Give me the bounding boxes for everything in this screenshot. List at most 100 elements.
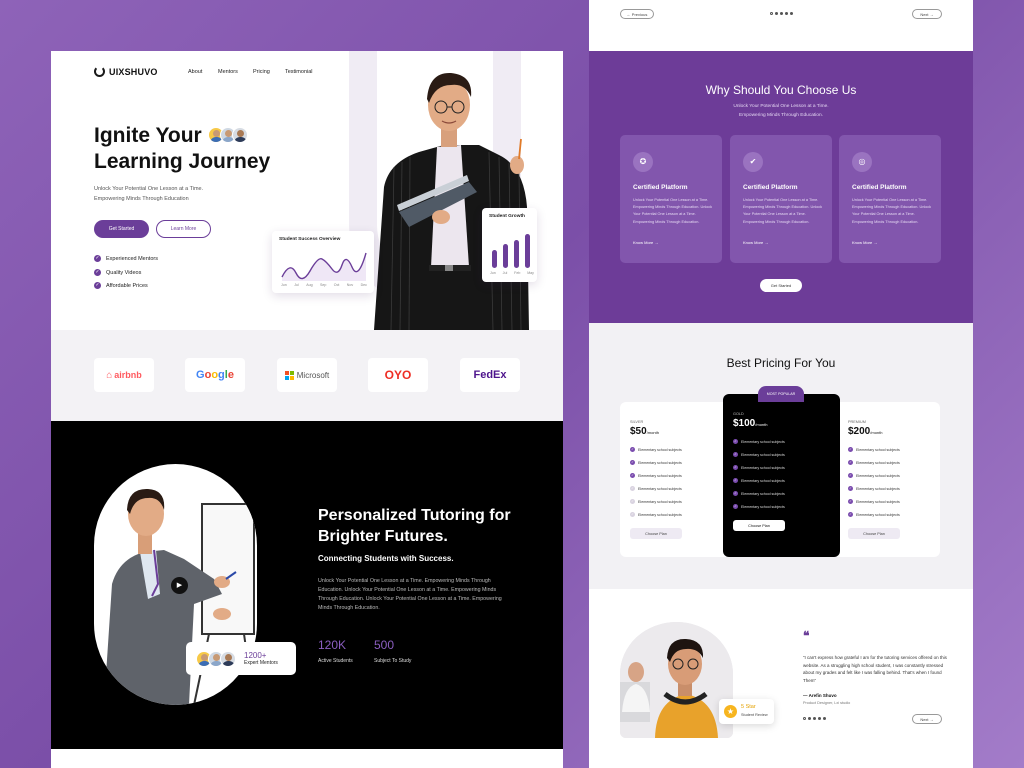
landing-page-preview: UIXSHUVO About Mentors Pricing Testimoni…	[51, 51, 563, 768]
stat-students-value: 120K	[318, 638, 347, 652]
choose-plan-button[interactable]: Choose Plan	[733, 520, 785, 531]
oyo-logo: OYO	[368, 358, 428, 392]
success-overview-card: Student Success Overview Jun Jul Aug Sep Oct…	[272, 231, 374, 293]
pager-dot[interactable]	[770, 12, 773, 15]
testimonial-next-button[interactable]: Next →	[912, 714, 942, 724]
pricing-section: Best Pricing For You SILVER $50/month ✓ E…	[589, 323, 973, 589]
testimonial-author: — Arefin Shuvo	[803, 693, 837, 698]
plan-feature: ✓ Elementary school subjects	[733, 439, 785, 444]
testimonial-dot[interactable]	[823, 717, 826, 720]
plan-name: SILVER	[630, 420, 644, 424]
pager-dot[interactable]	[780, 12, 783, 15]
card-title: Student Success Overview	[279, 237, 341, 242]
pricing-title: Best Pricing For You	[726, 356, 836, 370]
plan-feature-label: Elementary school subjects	[856, 499, 900, 504]
check-icon: ✓	[630, 512, 635, 517]
next-button[interactable]: Next →	[912, 9, 942, 19]
plan-feature-label: Elementary school subjects	[638, 512, 682, 517]
growth-bar	[514, 240, 519, 268]
plan-price-value: $100	[733, 418, 756, 429]
play-icon[interactable]: ▶	[171, 577, 188, 594]
previous-label: Previous	[631, 11, 648, 17]
feature-card-title: Certified Platform	[743, 184, 798, 191]
plan-feature-label: Elementary school subjects	[856, 460, 900, 465]
get-started-button[interactable]: Get Started	[94, 220, 149, 238]
growth-month-axis: Jun Jul Feb May	[490, 271, 534, 275]
mentor-avatars	[196, 650, 236, 667]
arrow-right-icon: →	[654, 240, 659, 245]
check-icon: ✓	[848, 460, 853, 465]
check-icon: ✓	[733, 478, 738, 483]
nav-testimonial[interactable]: Testimonial	[285, 69, 313, 75]
pager-dot[interactable]	[775, 12, 778, 15]
brand-logo[interactable]: UIXSHUVO	[94, 66, 158, 77]
growth-bar	[503, 244, 508, 268]
partner-name: OYO	[384, 368, 412, 382]
month-label: Jun	[281, 283, 287, 287]
plan-feature-label: Elementary school subjects	[741, 465, 785, 470]
feature-label: Experienced Mentors	[106, 255, 158, 262]
know-more-link[interactable]: Know More →	[852, 240, 877, 245]
check-icon: ✓	[733, 439, 738, 444]
nav-about[interactable]: About	[188, 69, 202, 75]
know-more-link[interactable]: Know More →	[743, 240, 768, 245]
most-popular-badge: MOST POPULAR	[758, 386, 804, 402]
hero-subtitle-line1: Unlock Your Potential One Lesson at a Ti…	[94, 186, 204, 192]
why-subtitle-line2: Empowering Minds Through Education.	[739, 113, 823, 118]
plan-feature-label: Elementary school subjects	[741, 504, 785, 509]
partner-name: airbnb	[114, 370, 142, 380]
teacher-image	[374, 72, 529, 330]
partners-strip: ⌂ airbnb Google Microsoft OYO FedEx	[51, 330, 563, 421]
headset-icon: ◎	[852, 152, 872, 172]
why-get-started-button[interactable]: Get Started	[760, 279, 802, 292]
previous-button[interactable]: ← Previous	[620, 9, 654, 19]
mentors-label: Expert Mentors	[244, 660, 278, 666]
pager-dot[interactable]	[790, 12, 793, 15]
overview-month-axis: Jun Jul Aug Sep Oct Nov Dec	[281, 283, 367, 287]
feature-label: Affordable Prices	[106, 282, 148, 289]
plan-feature: ✓ Elementary school subjects	[848, 512, 900, 517]
nav-pricing[interactable]: Pricing	[253, 69, 270, 75]
hero-title-line1: Ignite Your	[94, 124, 202, 147]
why-choose-us-section: Why Should You Choose Us Unlock Your Pot…	[589, 51, 973, 323]
check-icon: ✓	[733, 491, 738, 496]
choose-plan-button[interactable]: Choose Plan	[630, 528, 682, 539]
student-image	[620, 622, 733, 738]
next-label: Next	[920, 716, 929, 722]
plan-feature: ✓ Elementary school subjects	[630, 499, 682, 504]
landing-page-preview-2: ← Previous Next → Why Should You Choose …	[589, 0, 973, 768]
tutoring-subtitle: Connecting Students with Success.	[318, 554, 454, 563]
card-title: Student Growth	[489, 214, 525, 219]
plan-feature: ✓ Elementary school subjects	[848, 460, 900, 465]
feature-item: ✓ Experienced Mentors	[94, 255, 158, 262]
nav-mentors[interactable]: Mentors	[218, 69, 238, 75]
plan-price-period: /month	[646, 430, 659, 435]
month-label: Aug	[306, 283, 313, 287]
month-label: Feb	[514, 271, 521, 275]
hero-title: Ignite Your Learning Journey	[94, 123, 294, 175]
choose-plan-button[interactable]: Choose Plan	[848, 528, 900, 539]
plan-feature-label: Elementary school subjects	[856, 447, 900, 452]
why-subtitle: Unlock Your Potential One Lesson at a Ti…	[589, 102, 973, 120]
month-label: Nov	[346, 283, 354, 287]
microsoft-icon	[284, 370, 294, 380]
thumbs-up-icon: ✔	[743, 152, 763, 172]
feature-item: ✓ Affordable Prices	[94, 282, 148, 289]
know-more-link[interactable]: Know More →	[633, 240, 658, 245]
growth-bar-chart	[492, 228, 532, 268]
check-icon: ✓	[733, 452, 738, 457]
check-icon: ✓	[94, 255, 101, 262]
plan-price: $100/month	[733, 418, 767, 429]
plan-feature-label: Elementary school subjects	[638, 499, 682, 504]
testimonial-dot[interactable]	[803, 717, 806, 720]
star-icon: ★	[724, 705, 737, 718]
hero-title-line2: Learning Journey	[94, 150, 271, 173]
testimonial-dot[interactable]	[813, 717, 816, 720]
pager-dot[interactable]	[785, 12, 788, 15]
feature-item: ✓ Quality Videos	[94, 269, 141, 276]
plan-feature: ✓ Elementary school subjects	[848, 486, 900, 491]
testimonial-dot[interactable]	[818, 717, 821, 720]
testimonial-dot[interactable]	[808, 717, 811, 720]
learn-more-button[interactable]: Learn More	[156, 220, 211, 238]
plan-feature: ✓ Elementary school subjects	[630, 460, 682, 465]
